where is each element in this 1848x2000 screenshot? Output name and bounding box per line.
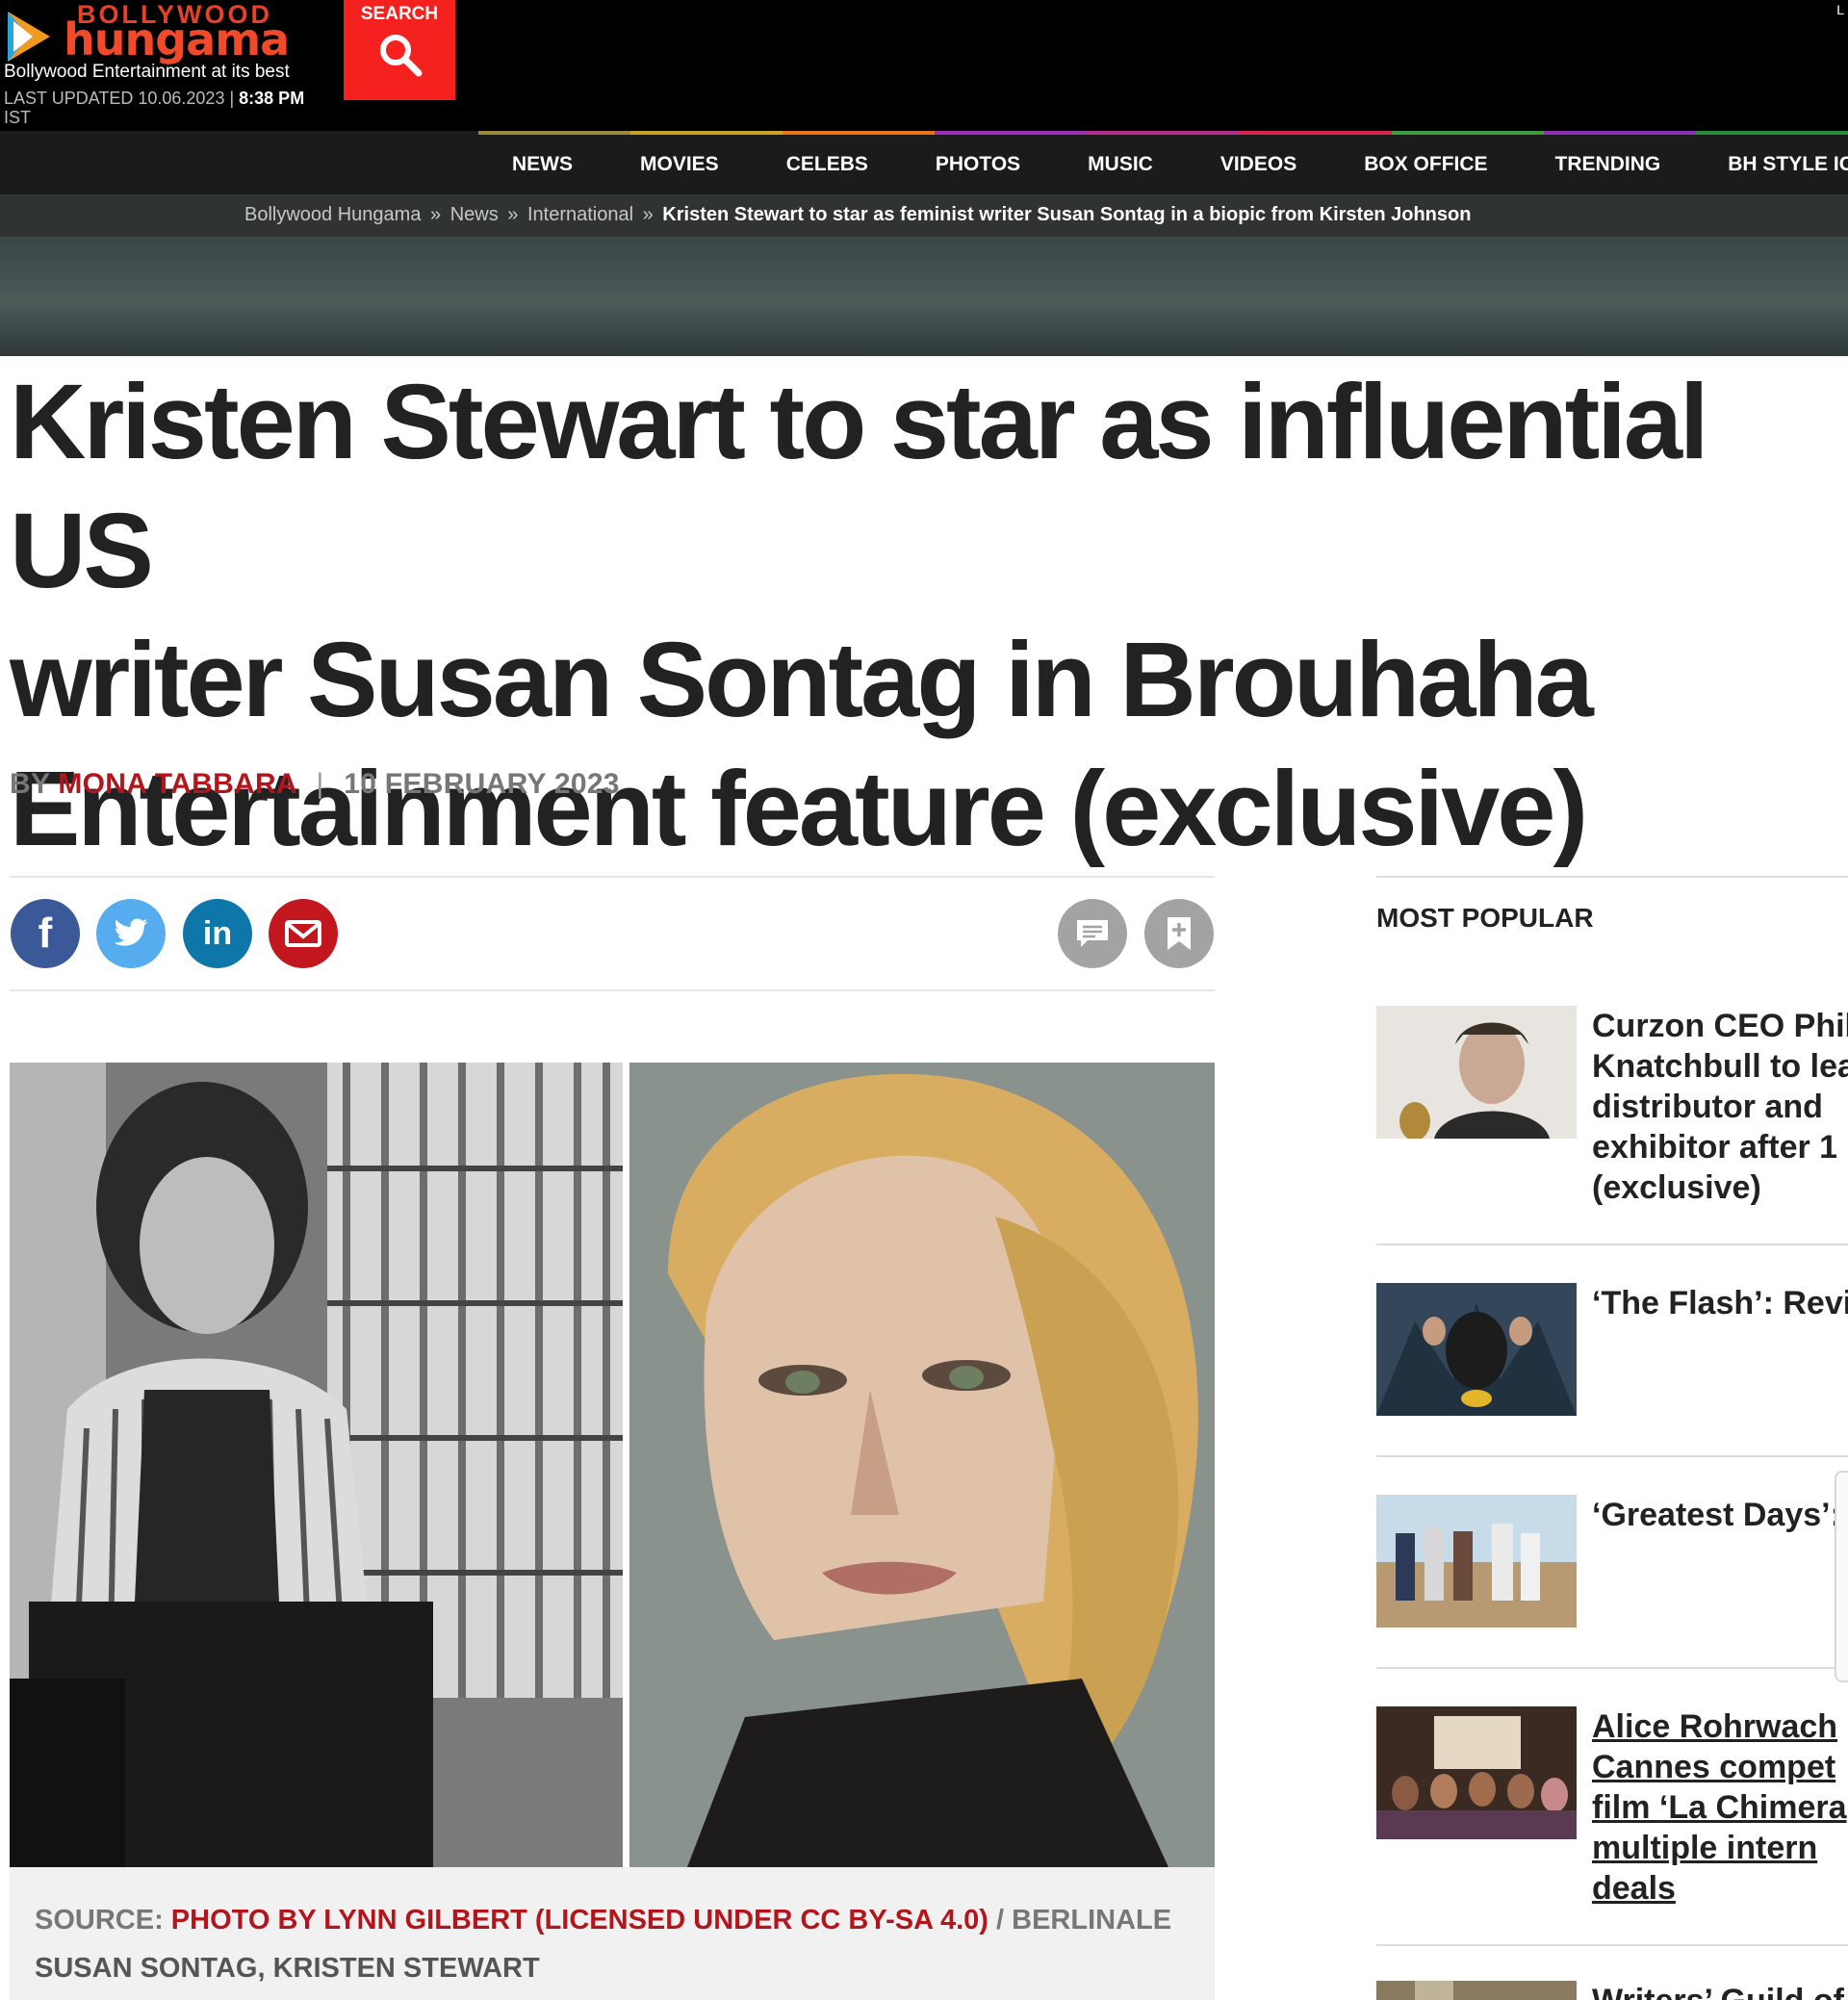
breadcrumb-current: Kristen Stewart to star as feminist writ…	[662, 204, 1472, 225]
facebook-share-button[interactable]: f	[11, 899, 80, 968]
comment-button[interactable]	[1058, 899, 1127, 968]
popular-item-thumbnail	[1376, 1495, 1577, 1628]
popular-item-title: Alice Rohrwach Cannes compet film ‘La Ch…	[1592, 1706, 1848, 1909]
share-bar-bottom-rule	[10, 989, 1215, 991]
most-popular-title: MOST POPULAR	[1376, 903, 1594, 933]
popular-item-title-line: Knatchbull to lea	[1592, 1048, 1848, 1085]
site-tagline: Bollywood Entertainment at its best	[4, 62, 290, 82]
popular-item-title-line: film ‘La Chimera	[1592, 1789, 1847, 1826]
nav-item-trending[interactable]: TRENDING	[1522, 153, 1695, 176]
share-bar-top-rule	[10, 876, 1215, 878]
header-banner-background	[0, 239, 1848, 356]
search-label: SEARCH	[360, 4, 439, 24]
popular-item-title-line: (exclusive)	[1592, 1169, 1761, 1206]
image-caption: SOURCE: PHOTO BY LYNN GILBERT (LICENSED …	[10, 1867, 1215, 2000]
breadcrumb-international[interactable]: International	[527, 204, 633, 225]
email-icon	[285, 920, 321, 947]
bookmark-add-icon	[1168, 917, 1191, 950]
last-updated-date: LAST UPDATED 10.06.2023 |	[4, 89, 235, 108]
last-updated-timezone: IST	[4, 108, 32, 127]
popular-item-thumbnail	[1376, 1981, 1577, 2000]
popular-item-title-line: Cannes compet	[1592, 1749, 1836, 1785]
sidebar-divider	[1376, 1667, 1848, 1669]
popular-item-title-line: ‘Greatest Days’:	[1592, 1497, 1841, 1533]
sidebar-divider	[1376, 1944, 1848, 1946]
popular-item-title-line: distributor and	[1592, 1089, 1823, 1125]
byline-prefix: BY	[10, 768, 50, 800]
popular-item-title: ‘Greatest Days’:	[1592, 1495, 1848, 1535]
logo-wordmark: hungama	[64, 13, 290, 65]
popular-item[interactable]: ‘The Flash’: Revie	[1376, 1283, 1848, 1416]
popular-item-title: Curzon CEO Phili Knatchbull to lea distr…	[1592, 1006, 1848, 1208]
caption-photo-credit-link[interactable]: PHOTO BY LYNN GILBERT (LICENSED UNDER CC…	[171, 1905, 988, 1936]
save-bookmark-button[interactable]	[1144, 899, 1214, 968]
popular-item[interactable]: Writers’ Guild of	[1376, 1981, 1848, 2000]
nav-item-celebs[interactable]: CELEBS	[753, 153, 902, 176]
article-byline: BY MONA TABBARA | 10 FEBRUARY 2023	[10, 768, 620, 801]
headline-line: writer Susan Sontag in Brouhaha	[10, 621, 1594, 739]
popular-item-title-line: Alice Rohrwach	[1592, 1708, 1838, 1745]
facebook-icon: f	[38, 910, 53, 957]
popular-item-title-line: ‘The Flash’: Revie	[1592, 1285, 1848, 1321]
popular-item-thumbnail	[1376, 1706, 1577, 1839]
sidebar-divider	[1376, 1455, 1848, 1457]
kristen-stewart-photo	[629, 1063, 1215, 1867]
susan-sontag-photo	[10, 1063, 623, 1867]
breadcrumb-home[interactable]: Bollywood Hungama	[244, 204, 421, 225]
popular-item-title: ‘The Flash’: Revie	[1592, 1283, 1848, 1323]
last-updated-time: 8:38 PM	[239, 89, 305, 108]
article-hero-image	[10, 1063, 1215, 1867]
publish-date: 10 FEBRUARY 2023	[344, 768, 620, 800]
twitter-icon	[114, 918, 148, 946]
breadcrumb-news[interactable]: News	[450, 204, 499, 225]
nav-item-movies[interactable]: MOVIES	[606, 153, 753, 176]
nav-item-box-office[interactable]: BOX OFFICE	[1330, 153, 1521, 176]
nav-item-news[interactable]: NEWS	[478, 153, 606, 176]
popular-item[interactable]: Alice Rohrwach Cannes compet film ‘La Ch…	[1376, 1706, 1848, 1909]
nav-item-music[interactable]: MUSIC	[1054, 153, 1187, 176]
header-corner-text: L	[1836, 2, 1844, 17]
popular-item-thumbnail	[1376, 1006, 1577, 1139]
last-updated: LAST UPDATED 10.06.2023 | 8:38 PM IST	[4, 89, 321, 127]
play-logo-icon	[8, 12, 50, 62]
author-link[interactable]: MONA TABBARA	[58, 768, 295, 800]
popular-item-thumbnail	[1376, 1283, 1577, 1416]
nav-item-bh-style-icons[interactable]: BH STYLE ICONS	[1694, 153, 1848, 176]
breadcrumb-separator: »	[507, 204, 519, 225]
nav-item-photos[interactable]: PHOTOS	[902, 153, 1054, 176]
popular-item-title-line: Writers’ Guild of	[1592, 1983, 1844, 2000]
nav-items: NEWS MOVIES CELEBS PHOTOS MUSIC VIDEOS B…	[478, 135, 1848, 194]
breadcrumb-separator: »	[642, 204, 654, 225]
popular-item-title-line: multiple intern	[1592, 1830, 1818, 1866]
popular-item[interactable]: Curzon CEO Phili Knatchbull to lea distr…	[1376, 1006, 1848, 1208]
sidebar-divider	[1376, 1244, 1848, 1245]
headline-line: Kristen Stewart to star as influential U…	[10, 363, 1709, 610]
email-share-button[interactable]	[269, 899, 338, 968]
sidebar-top-rule	[1376, 876, 1848, 878]
comment-icon	[1077, 920, 1108, 947]
popular-item-title-line: deals	[1592, 1870, 1676, 1907]
breadcrumb: Bollywood Hungama » News » International…	[244, 204, 1471, 226]
popular-item-title: Writers’ Guild of	[1592, 1981, 1848, 2000]
linkedin-icon: in	[202, 914, 233, 952]
linkedin-share-button[interactable]: in	[183, 899, 252, 968]
byline-divider: |	[316, 768, 324, 800]
popular-item-title-line: Curzon CEO Phili	[1592, 1008, 1848, 1044]
search-icon	[380, 35, 423, 77]
popular-item[interactable]: ‘Greatest Days’:	[1376, 1495, 1848, 1628]
caption-names: SUSAN SONTAG, KRISTEN STEWART	[35, 1953, 540, 1984]
caption-extra-credit: / BERLINALE	[996, 1905, 1172, 1936]
twitter-share-button[interactable]	[96, 899, 166, 968]
caption-source-label: SOURCE:	[35, 1905, 164, 1936]
side-scroll-tab[interactable]	[1835, 1471, 1848, 1682]
popular-item-title-line: exhibitor after 1	[1592, 1129, 1838, 1166]
search-button[interactable]: SEARCH	[344, 0, 455, 100]
nav-item-videos[interactable]: VIDEOS	[1187, 153, 1330, 176]
breadcrumb-separator: »	[430, 204, 442, 225]
